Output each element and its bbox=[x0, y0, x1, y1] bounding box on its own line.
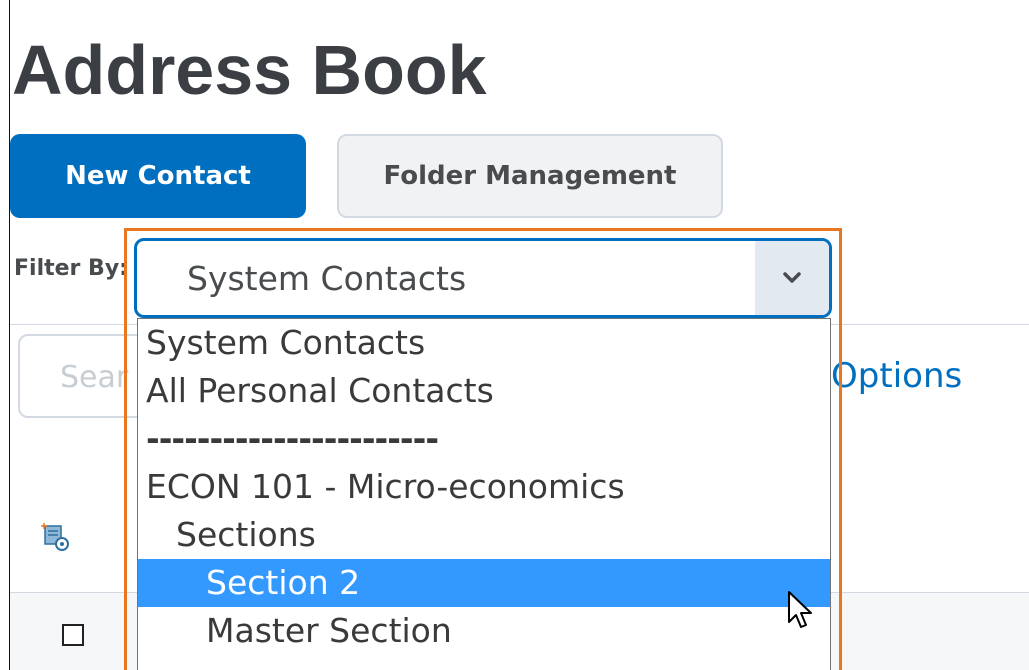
dropdown-separator: ----------------------- bbox=[146, 419, 439, 458]
mouse-pointer-icon bbox=[788, 591, 812, 628]
dropdown-option-system-contacts[interactable]: System Contacts bbox=[138, 319, 830, 367]
filter-select-value: System Contacts bbox=[187, 259, 467, 298]
filter-select[interactable]: System Contacts bbox=[134, 238, 832, 318]
dropdown-option-master-section[interactable]: Master Section bbox=[138, 607, 830, 655]
filter-dropdown-list[interactable]: System Contacts All Personal Contacts --… bbox=[137, 318, 831, 670]
add-contact-icon[interactable] bbox=[40, 520, 72, 552]
dropdown-option-econ-101[interactable]: ECON 101 - Micro-economics bbox=[138, 463, 830, 511]
dropdown-option-sections[interactable]: Sections bbox=[138, 511, 830, 559]
dropdown-option-section-2[interactable]: Section 2 bbox=[138, 559, 830, 607]
page-title: Address Book bbox=[12, 31, 487, 109]
window-edge bbox=[0, 0, 10, 670]
dropdown-option-all-personal-contacts[interactable]: All Personal Contacts bbox=[138, 367, 830, 415]
folder-management-button[interactable]: Folder Management bbox=[337, 134, 723, 218]
chevron-down-icon[interactable] bbox=[755, 241, 829, 315]
row-checkbox[interactable] bbox=[62, 624, 84, 646]
new-contact-button[interactable]: New Contact bbox=[10, 134, 306, 218]
filter-by-label: Filter By: bbox=[14, 256, 128, 281]
search-placeholder: Sear bbox=[60, 360, 129, 395]
